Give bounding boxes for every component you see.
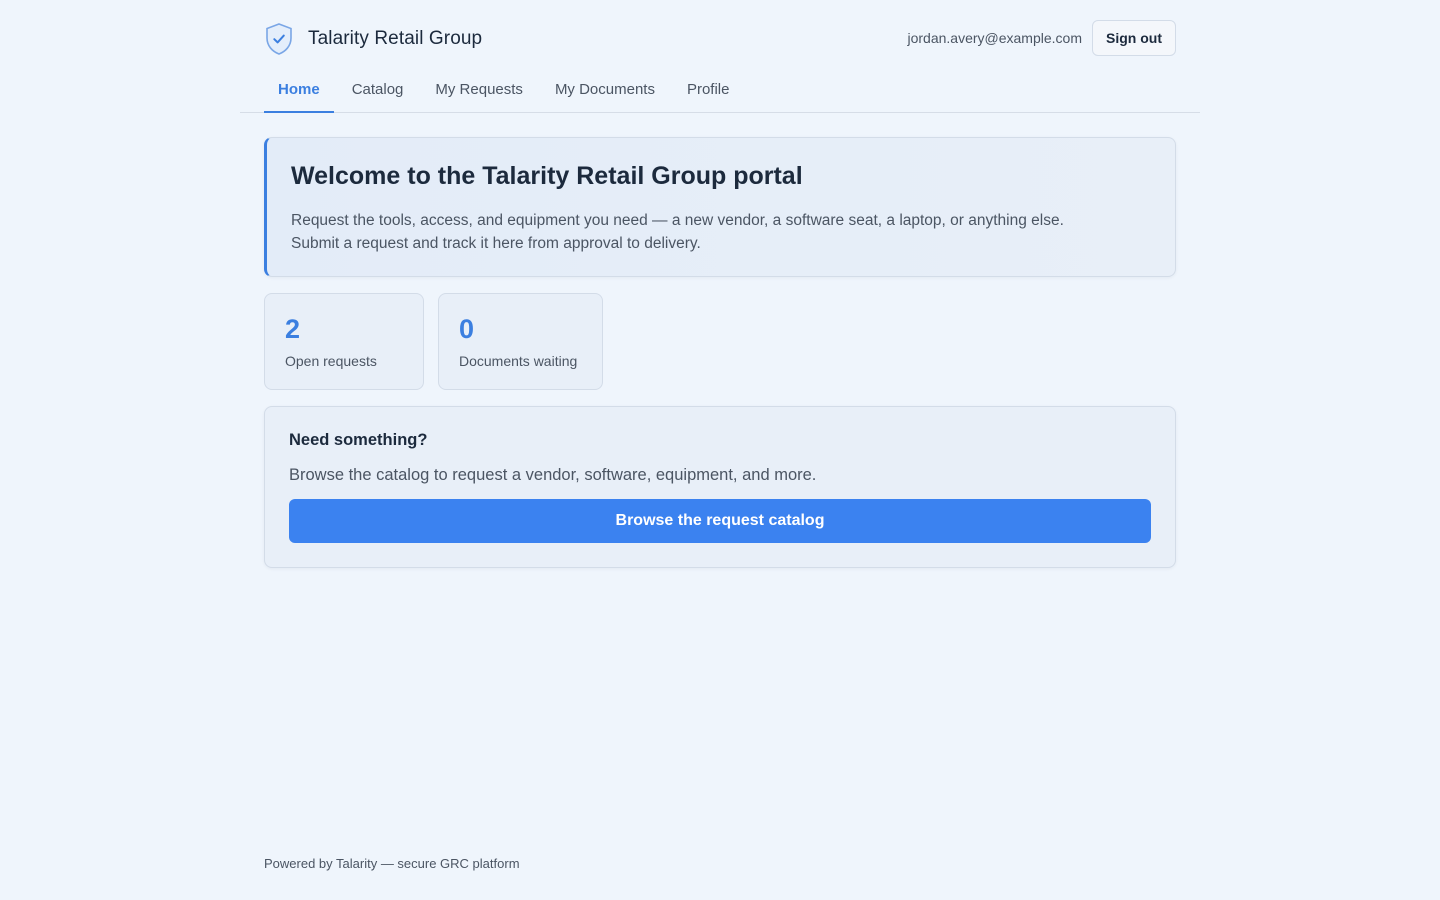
shield-check-icon [266, 23, 292, 55]
tab-home[interactable]: Home [264, 76, 334, 113]
user-area: jordan.avery@example.com Sign out [907, 20, 1176, 56]
stat-label: Documents waiting [459, 353, 578, 369]
app-shell: Talarity Retail Group jordan.avery@examp… [240, 0, 1200, 568]
stat-value: 2 [285, 314, 301, 344]
main-content: Welcome to the Talarity Retail Group por… [240, 113, 1200, 568]
stat-label: Open requests [285, 353, 377, 369]
brand-name: Talarity Retail Group [308, 28, 483, 49]
stat-value: 0 [459, 314, 475, 344]
cta-title: Need something? [289, 431, 428, 449]
browse-catalog-button[interactable]: Browse the request catalog [289, 499, 1151, 543]
welcome-text-line-2: Submit a request and track it here from … [291, 235, 701, 252]
tab-catalog[interactable]: Catalog [338, 76, 418, 112]
tab-my-requests[interactable]: My Requests [421, 76, 537, 112]
user-email: jordan.avery@example.com [907, 30, 1082, 46]
stats-row: 2 Open requests 0 Documents waiting [264, 293, 1176, 390]
stat-card-documents-waiting[interactable]: 0 Documents waiting [438, 293, 603, 390]
brand[interactable]: Talarity Retail Group [264, 22, 482, 56]
welcome-card: Welcome to the Talarity Retail Group por… [264, 137, 1176, 277]
footer-text: Powered by Talarity — secure GRC platfor… [264, 856, 520, 871]
tab-profile[interactable]: Profile [673, 76, 744, 112]
stat-card-open-requests[interactable]: 2 Open requests [264, 293, 424, 390]
tab-my-documents[interactable]: My Documents [541, 76, 669, 112]
header: Talarity Retail Group jordan.avery@examp… [240, 0, 1200, 76]
sign-out-button[interactable]: Sign out [1092, 20, 1176, 56]
welcome-text-line-1: Request the tools, access, and equipment… [291, 212, 1064, 229]
welcome-title: Welcome to the Talarity Retail Group por… [291, 162, 803, 190]
cta-card: Need something? Browse the catalog to re… [264, 406, 1176, 568]
page: Talarity Retail Group jordan.avery@examp… [0, 0, 1440, 900]
cta-text: Browse the catalog to request a vendor, … [289, 466, 817, 484]
main-nav: Home Catalog My Requests My Documents Pr… [240, 76, 1200, 113]
